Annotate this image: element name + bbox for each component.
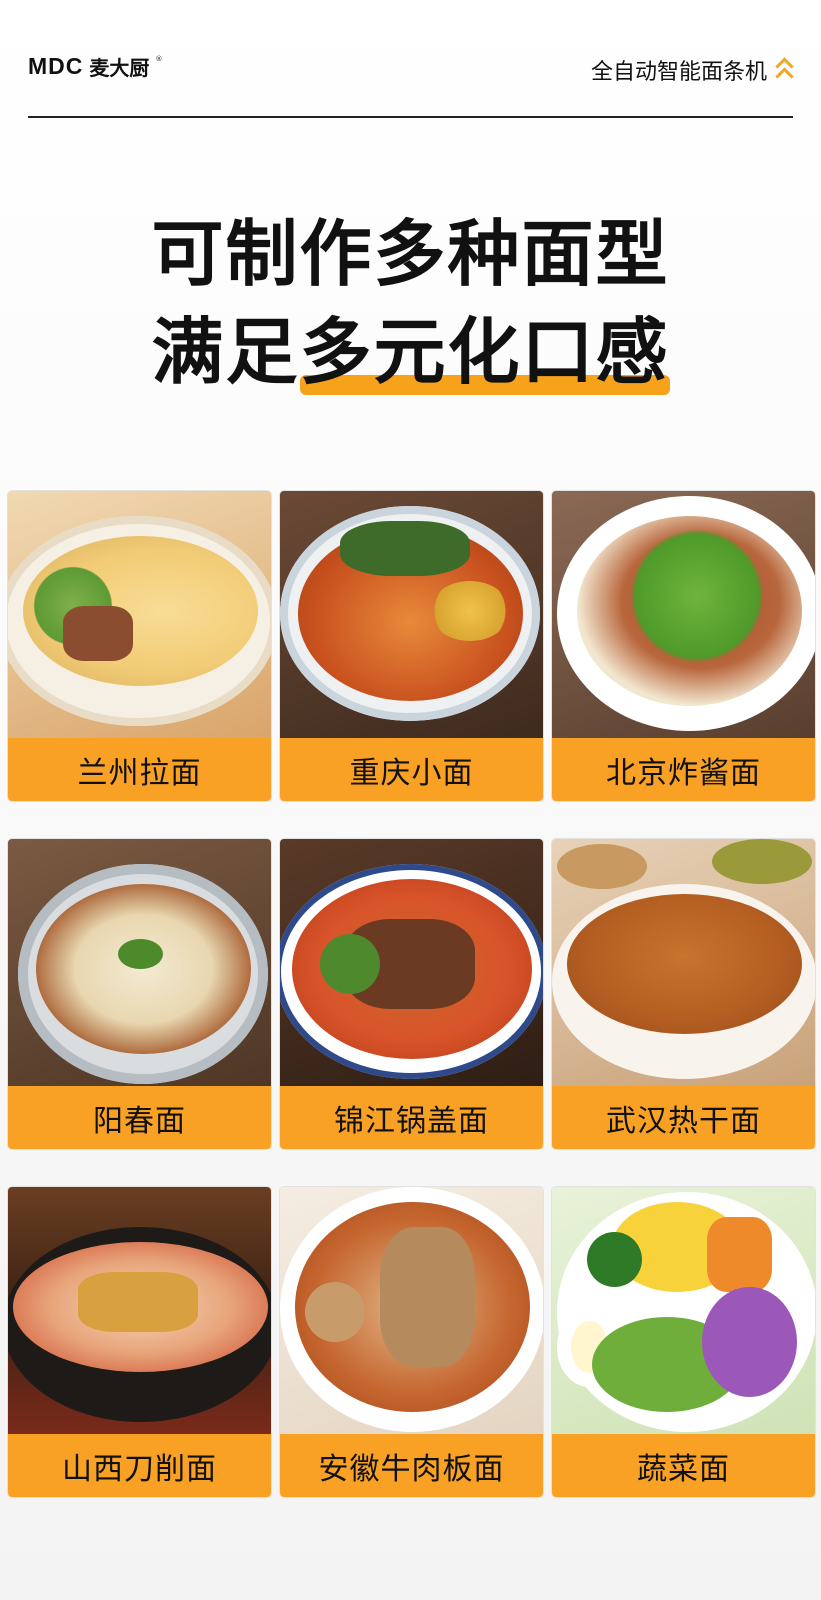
- noodle-card-banmian[interactable]: 安徽牛肉板面: [280, 1187, 543, 1497]
- noodle-card-vegetable[interactable]: 蔬菜面: [552, 1187, 815, 1497]
- noodle-label: 兰州拉面: [8, 738, 271, 801]
- noodle-label: 锦江锅盖面: [280, 1086, 543, 1149]
- noodle-label: 蔬菜面: [552, 1434, 815, 1497]
- noodle-label: 阳春面: [8, 1086, 271, 1149]
- registered-mark: ®: [155, 54, 163, 63]
- noodle-label: 安徽牛肉板面: [280, 1434, 543, 1497]
- reganmian-photo: [552, 839, 815, 1086]
- noodle-type-grid: 兰州拉面 重庆小面 北京炸酱面 阳春面 锦江锅盖面 武汉热干面 山西刀削面 安徽…: [8, 491, 815, 1497]
- headline: 可制作多种面型 满足多元化口感: [0, 205, 821, 401]
- noodle-card-daoxiao[interactable]: 山西刀削面: [8, 1187, 271, 1497]
- lanzhou-noodle-photo: [8, 491, 271, 738]
- noodle-label: 山西刀削面: [8, 1434, 271, 1497]
- tagline-text: 全自动智能面条机: [590, 60, 767, 85]
- chongqing-noodle-photo: [280, 491, 543, 738]
- noodle-card-reganmian[interactable]: 武汉热干面: [552, 839, 815, 1149]
- double-chevron-up-icon: [775, 57, 794, 86]
- noodle-label: 北京炸酱面: [552, 738, 815, 801]
- headline-highlight: 多元化口感: [299, 303, 670, 401]
- logo-mark: MDC: [28, 53, 84, 79]
- noodle-card-zhajiang[interactable]: 北京炸酱面: [552, 491, 815, 801]
- page-header: MDC 麦大厨 ® 全自动智能面条机: [28, 40, 794, 118]
- zhajiang-noodle-photo: [552, 491, 815, 738]
- noodle-label: 武汉热干面: [552, 1086, 815, 1149]
- brand-logo[interactable]: MDC 麦大厨 ®: [28, 52, 162, 81]
- daoxiao-noodle-photo: [8, 1187, 271, 1434]
- guogai-noodle-photo: [280, 839, 543, 1086]
- logo-chinese-name: 麦大厨: [89, 56, 150, 80]
- noodle-card-guogai[interactable]: 锦江锅盖面: [280, 839, 543, 1149]
- noodle-label: 重庆小面: [280, 738, 543, 801]
- noodle-card-yangchun[interactable]: 阳春面: [8, 839, 271, 1149]
- banmian-photo: [280, 1187, 543, 1434]
- headline-prefix: 满足: [151, 310, 300, 394]
- noodle-card-lanzhou[interactable]: 兰州拉面: [8, 491, 271, 801]
- headline-line-1: 可制作多种面型: [151, 212, 670, 296]
- headline-line-2: 满足多元化口感: [0, 303, 821, 401]
- noodle-card-chongqing[interactable]: 重庆小面: [280, 491, 543, 801]
- yangchun-noodle-photo: [8, 839, 271, 1086]
- vegetable-noodle-photo: [552, 1187, 815, 1434]
- product-tagline: 全自动智能面条机: [590, 54, 794, 86]
